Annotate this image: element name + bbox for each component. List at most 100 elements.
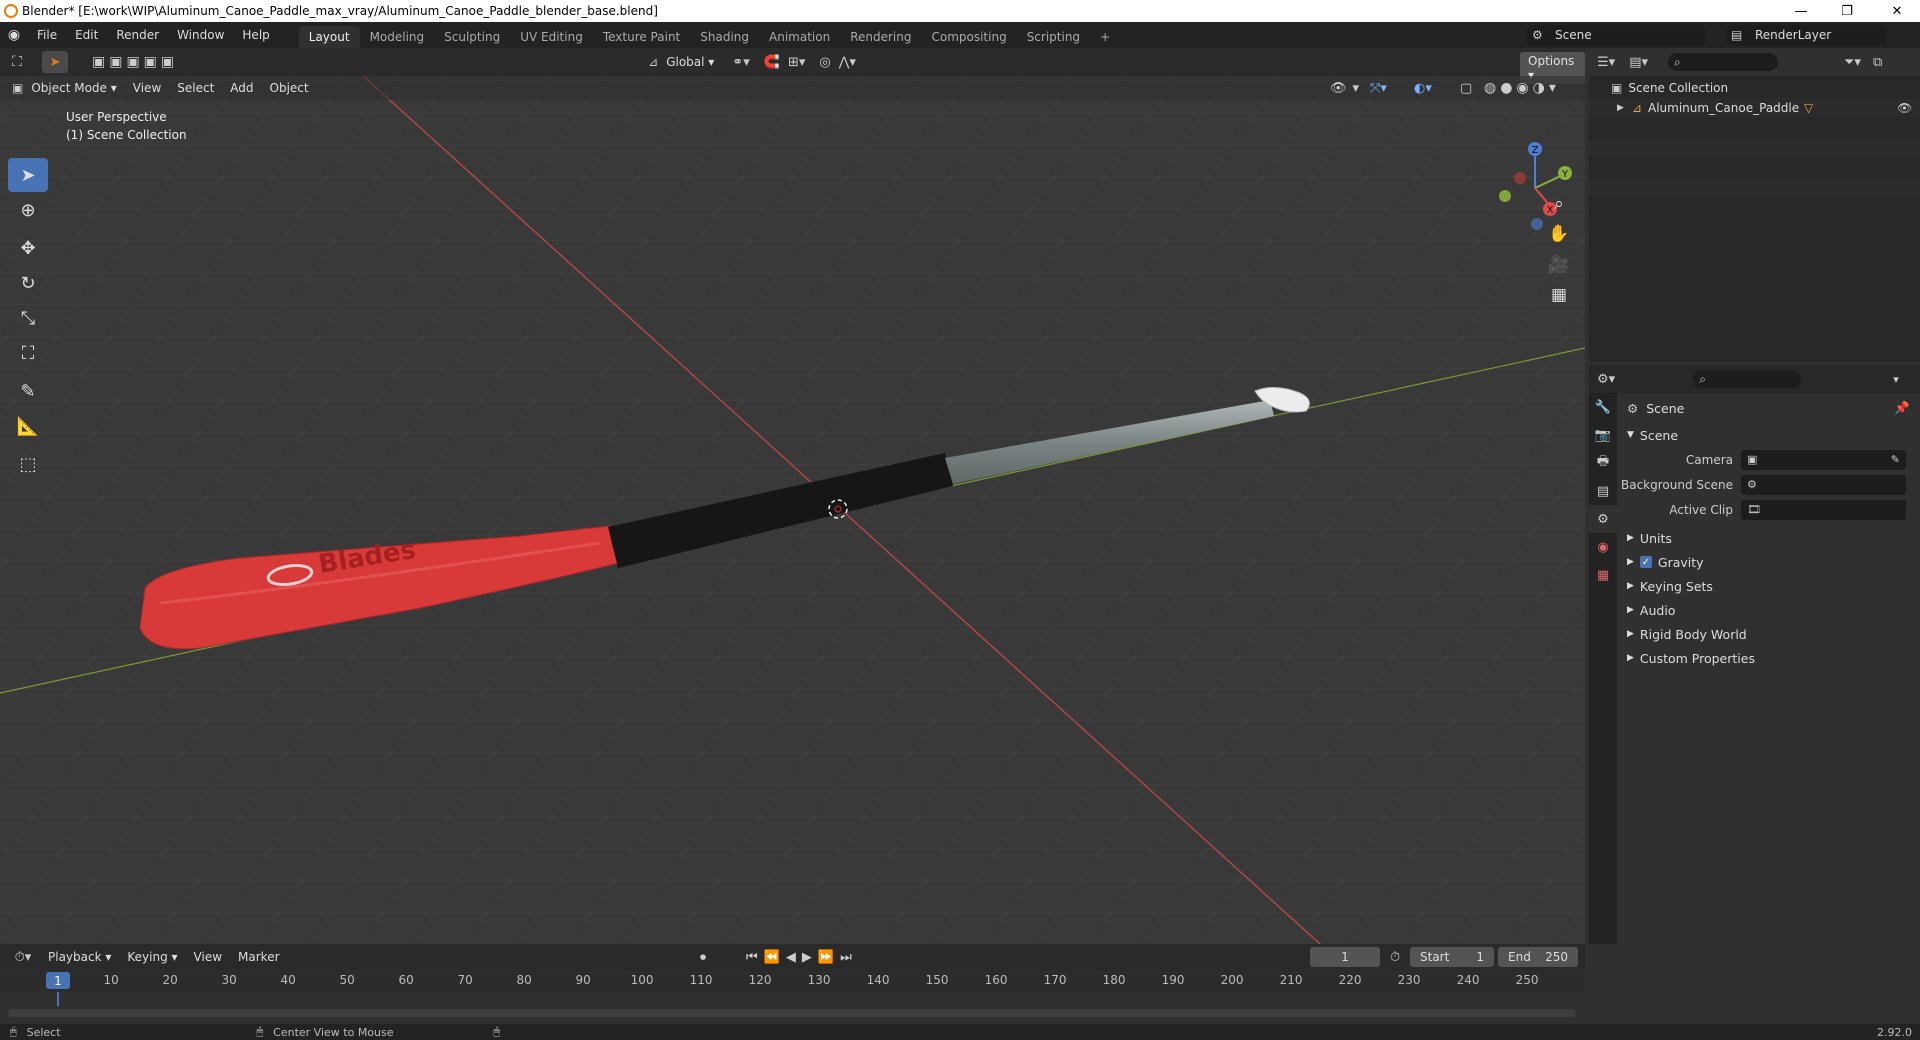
timeline-editor-icon[interactable]: ⏱▾ bbox=[6, 950, 40, 965]
panel-scene-header[interactable]: ▼ Scene bbox=[1617, 423, 1920, 447]
tab-modeling[interactable]: Modeling bbox=[360, 26, 435, 48]
menu-file[interactable]: File bbox=[28, 28, 66, 42]
tab-shading[interactable]: Shading bbox=[690, 26, 759, 48]
menu-edit[interactable]: Edit bbox=[66, 28, 107, 42]
select-box-tool[interactable]: ➤ bbox=[8, 158, 48, 192]
minimize-button[interactable]: — bbox=[1778, 0, 1824, 22]
cursor-tool[interactable]: ⊕ bbox=[8, 193, 48, 227]
filter-icon[interactable]: ⏷▾ bbox=[1844, 55, 1861, 70]
background-scene-input[interactable]: ⚙ bbox=[1741, 474, 1906, 495]
tab-world[interactable]: ◉ bbox=[1589, 533, 1617, 561]
add-workspace-button[interactable]: + bbox=[1090, 26, 1120, 48]
viewport-menu-select[interactable]: Select bbox=[169, 78, 222, 98]
menu-help[interactable]: Help bbox=[233, 28, 278, 42]
object-mode-dropdown[interactable]: Object Mode ▾ bbox=[23, 78, 124, 98]
display-mode-icon[interactable]: ▤▾ bbox=[1629, 55, 1648, 70]
new-collection-icon[interactable]: ⧉ bbox=[1873, 55, 1882, 70]
tab-texture-paint[interactable]: Texture Paint bbox=[593, 26, 690, 48]
menu-window[interactable]: Window bbox=[168, 28, 233, 42]
tab-tool[interactable]: 🔧 bbox=[1589, 393, 1617, 421]
tab-rendering[interactable]: Rendering bbox=[840, 26, 921, 48]
blender-menu-icon[interactable]: ◉ bbox=[0, 27, 28, 43]
editor-type-icon[interactable]: ⛶ bbox=[0, 54, 34, 70]
view-layer-selector[interactable]: RenderLayer bbox=[1727, 25, 1887, 45]
timeline-scrollbar[interactable] bbox=[8, 1009, 1576, 1017]
tab-compositing[interactable]: Compositing bbox=[921, 26, 1016, 48]
tab-sculpting[interactable]: Sculpting bbox=[434, 26, 510, 48]
panel-audio[interactable]: ▶ Audio bbox=[1617, 598, 1920, 622]
shading-mode-icons[interactable]: ◍●◉◑▾ bbox=[1484, 80, 1560, 96]
tab-uv-editing[interactable]: UV Editing bbox=[510, 26, 593, 48]
snap-icon[interactable]: 🧲 bbox=[764, 55, 780, 70]
annotate-tool[interactable]: ✎ bbox=[8, 374, 48, 408]
mesh-data-icon[interactable]: ▽ bbox=[1804, 101, 1813, 115]
close-button[interactable]: ✕ bbox=[1874, 0, 1920, 22]
properties-search-input[interactable]: ⌕ bbox=[1693, 370, 1802, 388]
viewport-menu-object[interactable]: Object bbox=[262, 78, 317, 98]
panel-gravity[interactable]: ▶ ✓ Gravity bbox=[1617, 550, 1920, 574]
expand-arrow-icon[interactable]: ▶ bbox=[1617, 103, 1624, 113]
viewport-menu-add[interactable]: Add bbox=[222, 78, 261, 98]
gizmo-toggle-icon[interactable]: ⤧▾ bbox=[1370, 81, 1387, 96]
tab-view-layer[interactable]: ▤ bbox=[1589, 477, 1617, 505]
pivot-icon[interactable]: ⚭▾ bbox=[732, 55, 749, 70]
measure-tool[interactable]: 📐 bbox=[8, 409, 48, 443]
falloff-icon[interactable]: ⋀▾ bbox=[839, 55, 856, 70]
current-frame-marker[interactable]: 1 bbox=[46, 972, 70, 989]
eyedropper-icon[interactable]: ✎ bbox=[1891, 453, 1900, 466]
tab-texture[interactable]: ▦ bbox=[1589, 561, 1617, 589]
3d-viewport[interactable]: Blades Z Y X ⛶ ➤ ▣▣▣▣▣ ⊿ Global ▾ ⚭▾ 🧲 ⊞… bbox=[0, 48, 1585, 944]
maximize-button[interactable]: ❐ bbox=[1824, 0, 1870, 22]
menu-render[interactable]: Render bbox=[107, 28, 168, 42]
eye-icon[interactable]: 👁 bbox=[1897, 101, 1912, 115]
snap-target-icon[interactable]: ⊞▾ bbox=[788, 55, 805, 70]
timeline-ruler[interactable]: 1 10 20 30 40 50 60 70 80 90 100 110 120 130 140 150 160… bbox=[0, 970, 1585, 992]
select-mode-icons[interactable]: ▣▣▣▣▣ bbox=[92, 54, 178, 70]
end-frame-input[interactable]: End 250 bbox=[1498, 947, 1578, 967]
camera-view-button[interactable]: 🎥 bbox=[1544, 250, 1574, 280]
panel-keying-sets[interactable]: ▶ Keying Sets bbox=[1617, 574, 1920, 598]
scale-tool[interactable]: ⤡ bbox=[8, 301, 48, 335]
properties-editor-icon[interactable]: ⚙▾ bbox=[1597, 372, 1615, 387]
current-frame-input[interactable]: 1 bbox=[1310, 947, 1380, 967]
timeline-menu-keying[interactable]: Keying ▾ bbox=[119, 947, 185, 967]
clock-icon[interactable]: ⏱ bbox=[1390, 950, 1400, 965]
tab-output[interactable]: 🖶 bbox=[1589, 449, 1617, 477]
scene-selector[interactable]: Scene bbox=[1527, 25, 1705, 45]
xray-icon[interactable]: ▢ bbox=[1460, 81, 1472, 96]
tab-animation[interactable]: Animation bbox=[759, 26, 840, 48]
pin-icon[interactable]: 📌 bbox=[1894, 400, 1910, 416]
outliner-search-input[interactable]: ⌕ bbox=[1668, 53, 1778, 71]
camera-input[interactable]: ▣ ✎ bbox=[1741, 449, 1906, 470]
transform-orientation-dropdown[interactable]: Global ▾ bbox=[658, 52, 722, 72]
gravity-checkbox[interactable]: ✓ bbox=[1639, 556, 1652, 568]
outliner-editor-icon[interactable]: ☰▾ bbox=[1597, 55, 1615, 70]
properties-options-icon[interactable]: ▾ bbox=[1893, 373, 1899, 386]
proportional-edit-icon[interactable]: ◎ bbox=[819, 55, 830, 70]
tab-layout[interactable]: Layout bbox=[298, 26, 360, 48]
ortho-toggle-button[interactable]: ▦ bbox=[1544, 280, 1574, 310]
tab-scene[interactable]: ⚙ bbox=[1589, 505, 1617, 533]
record-icon[interactable]: ⏺ bbox=[700, 950, 706, 965]
select-tool-icon[interactable]: ➤ bbox=[42, 51, 68, 73]
panel-units[interactable]: ▶ Units bbox=[1617, 526, 1920, 550]
panel-rigid-body-world[interactable]: ▶ Rigid Body World bbox=[1617, 622, 1920, 646]
overlays-toggle-icon[interactable]: ◐▾ bbox=[1414, 81, 1432, 96]
move-tool[interactable]: ✥ bbox=[8, 231, 48, 265]
timeline-menu-marker[interactable]: Marker bbox=[230, 947, 287, 967]
visibility-icon[interactable]: 👁▾ bbox=[1330, 81, 1365, 96]
playback-controls-icons[interactable]: ⏮⏪◀▶⏩⏭ bbox=[746, 950, 858, 965]
transform-tool[interactable]: ⛶ bbox=[8, 336, 48, 370]
outliner-row-object[interactable]: ▶ ⊿ Aluminum_Canoe_Paddle ▽ 👁 bbox=[1589, 98, 1920, 118]
panel-custom-properties[interactable]: ▶ Custom Properties bbox=[1617, 646, 1920, 670]
tab-scripting[interactable]: Scripting bbox=[1017, 26, 1090, 48]
zoom-button[interactable]: ⌕ bbox=[1544, 189, 1574, 219]
active-clip-input[interactable]: 🎞 bbox=[1741, 499, 1906, 520]
rotate-tool[interactable]: ↻ bbox=[8, 266, 48, 300]
timeline-menu-view[interactable]: View bbox=[186, 947, 230, 967]
outliner-row-scene-collection[interactable]: ▣ Scene Collection bbox=[1589, 78, 1920, 98]
add-cube-tool[interactable]: ⬚ bbox=[8, 447, 48, 481]
tab-render[interactable]: 📷 bbox=[1589, 421, 1617, 449]
timeline-menu-playback[interactable]: Playback ▾ bbox=[40, 947, 119, 967]
viewport-menu-view[interactable]: View bbox=[125, 78, 169, 98]
